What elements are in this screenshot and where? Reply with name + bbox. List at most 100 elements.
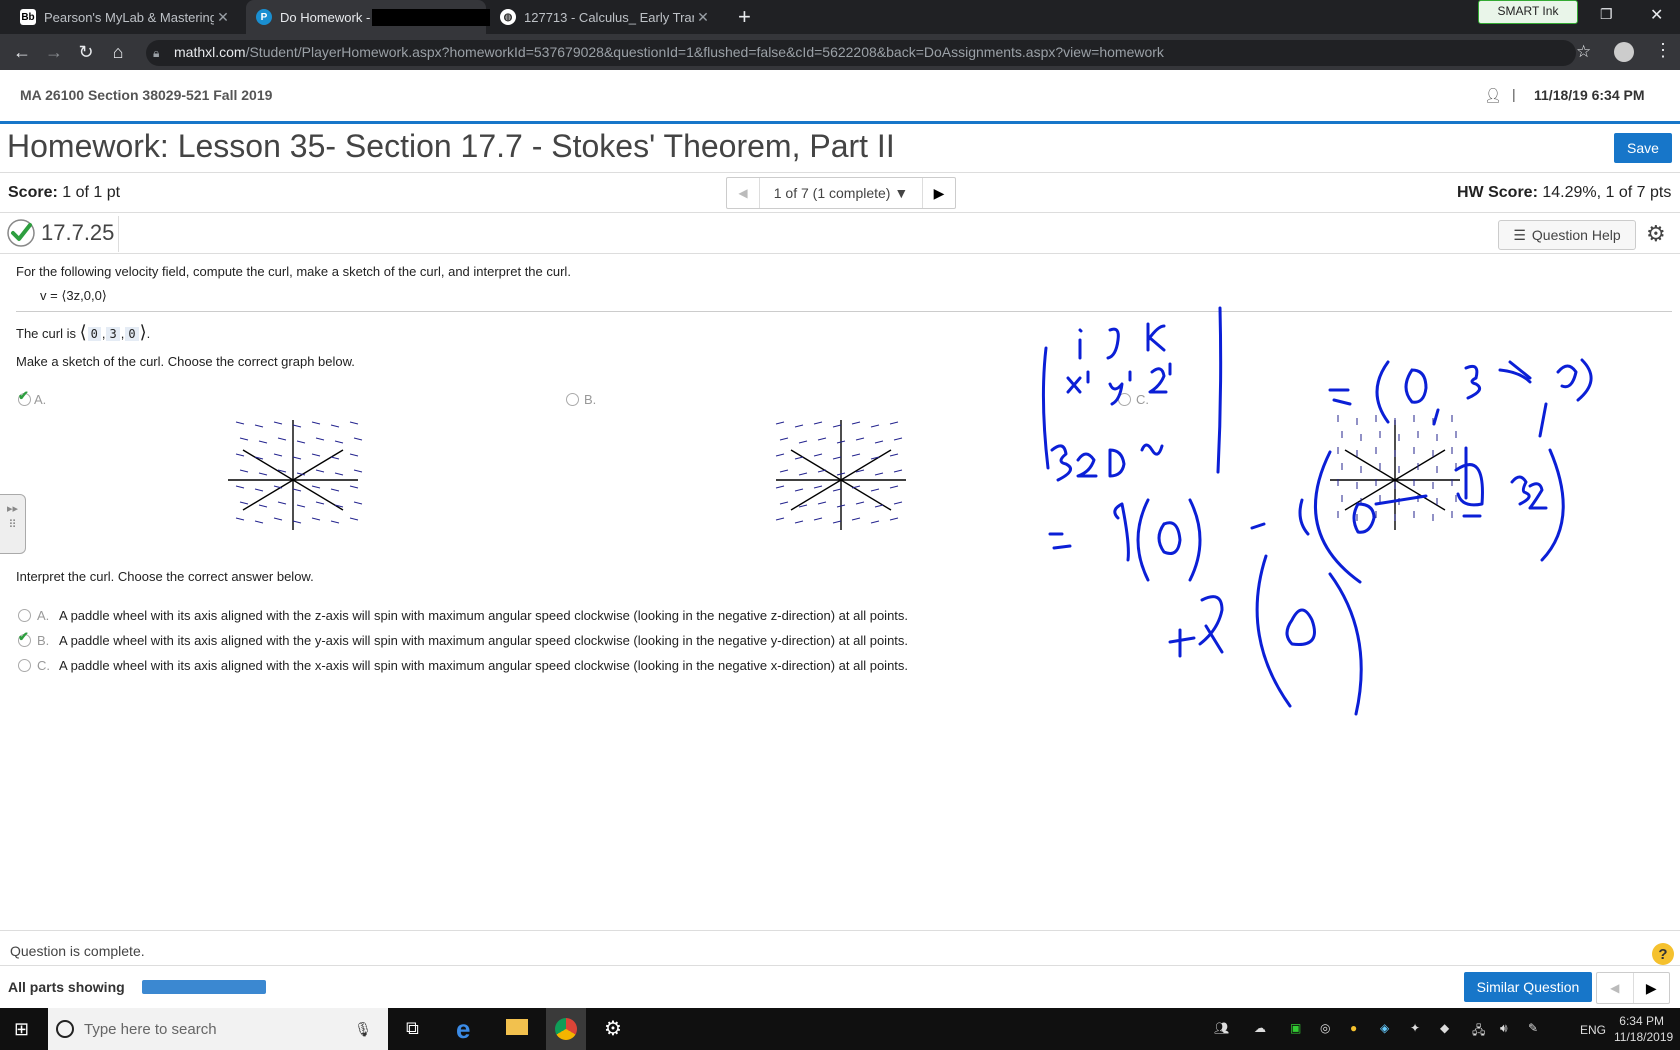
pager-label: 1 of 7 (1 complete) [773,185,891,201]
window-close-icon[interactable]: ✕ [1650,5,1663,25]
tab-calculus[interactable]: ◍ 127713 - Calculus_ Early Transcen ✕ [490,0,722,34]
taskbar-clock[interactable]: 6:34 PM 11/18/2019 [1614,1013,1673,1045]
field-arrow [258,472,268,476]
tray-app-icon[interactable]: ✦ [1410,1021,1420,1035]
tray-app-icon[interactable]: ◆ [1440,1021,1449,1035]
graph-option-b[interactable]: B. [566,392,596,407]
menu-kebab-icon[interactable]: ⋮ [1654,40,1672,61]
field-arrow [239,501,249,505]
close-icon[interactable]: ✕ [214,9,232,26]
windows-start-icon[interactable]: ⊞ [14,1019,29,1040]
new-tab-button[interactable]: + [738,4,751,30]
home-icon[interactable]: ⌂ [108,42,128,62]
tab-mylab[interactable]: Bb Pearson's MyLab & Mastering – F ✕ [10,0,242,34]
save-button[interactable]: Save [1614,133,1672,163]
network-icon[interactable]: 🖧︎ [1472,1021,1485,1042]
smart-ink-widget[interactable]: SMART Ink [1478,0,1578,24]
tray-app-icon[interactable]: ▣ [1290,1021,1301,1035]
option-label: A. [34,392,47,407]
cortana-icon [56,1020,74,1038]
graph-option-a[interactable]: ✔ A. [18,388,47,407]
field-arrow [893,469,903,473]
field-arrow [311,453,321,457]
tab-do-homework[interactable]: P Do Homework - ✕ [246,0,490,34]
search-placeholder: Type here to search [84,1020,217,1038]
settings-gear-icon[interactable]: ⚙ [604,1016,622,1041]
hw-score-value: 14.29%, 1 of 7 pts [1542,184,1672,201]
tray-app-icon[interactable]: ◈ [1380,1021,1389,1035]
next-question-button[interactable]: ▶ [923,185,955,202]
vector-field-graph-a[interactable] [218,410,368,550]
answer-option-c[interactable]: C. A paddle wheel with its axis aligned … [18,658,908,673]
field-arrows [235,421,363,524]
question-help-button[interactable]: ☰ Question Help [1498,220,1636,250]
forward-arrow-icon[interactable]: → [44,42,64,62]
question-status: Question is complete. [10,943,145,959]
field-arrow [893,501,903,505]
field-arrow [855,437,865,441]
user-icon[interactable]: 👤︎ [1484,87,1502,104]
divider [118,216,119,252]
side-panel-toggle[interactable]: ▸▸ ⠿ [0,494,26,554]
radio-button[interactable]: ✔ [18,629,31,647]
answer-text: A paddle wheel with its axis aligned wit… [59,633,909,648]
prev-question-button[interactable]: ◀ [727,178,760,208]
radio-button[interactable] [566,393,579,406]
bookmark-star-icon[interactable]: ☆ [1576,42,1591,62]
field-arrow [353,501,363,505]
option-letter: C. [37,658,50,673]
tray-app-icon[interactable]: ◎ [1320,1021,1330,1035]
answer-option-a[interactable]: A. A paddle wheel with its axis aligned … [18,608,908,623]
radio-button[interactable] [18,609,31,622]
divider [0,253,1680,254]
question-selector[interactable]: 1 of 7 (1 complete) ▼ [760,178,923,208]
tray-app-icon[interactable]: ● [1350,1021,1357,1035]
onedrive-icon[interactable]: ☁ [1254,1021,1266,1035]
url-host: mathxl.com [174,44,246,60]
radio-button[interactable] [18,659,31,672]
checkmark-icon: ✔ [18,388,29,403]
task-view-icon[interactable]: ⧉ [406,1018,419,1039]
vector-field-graph-b[interactable] [766,410,916,550]
chrome-taskbar-active[interactable] [546,1008,586,1050]
field-arrow [775,453,785,457]
field-arrow [315,469,325,473]
next-question-button[interactable]: ▶ [1634,973,1670,1003]
taskbar-search-box[interactable]: Type here to search 🎙︎ [48,1008,388,1050]
field-arrow [855,501,865,505]
file-explorer-icon[interactable] [506,1019,528,1035]
answer-option-b[interactable]: ✔ B. A paddle wheel with its axis aligne… [18,629,909,648]
field-arrow [334,440,344,444]
field-arrow [353,437,363,441]
close-icon[interactable]: ✕ [694,9,712,26]
similar-question-button[interactable]: Similar Question [1464,972,1592,1002]
people-icon[interactable]: 👥︎ [1214,1021,1229,1035]
back-arrow-icon[interactable]: ← [12,42,32,62]
field-arrow [870,488,880,492]
url-text[interactable]: mathxl.com/Student/PlayerHomework.aspx?h… [174,44,1164,60]
volume-icon[interactable]: 🔊︎ [1500,1021,1508,1036]
field-arrow [349,453,359,457]
gear-icon[interactable]: ⚙ [1646,221,1666,247]
language-indicator[interactable]: ENG [1580,1023,1606,1037]
velocity-field: v = ⟨3z,0,0⟩ [40,288,107,303]
restore-icon[interactable]: ❐ [1600,6,1613,23]
microphone-icon[interactable]: 🎙︎ [354,1021,372,1038]
homework-title: Homework: Lesson 35- Section 17.7 - Stok… [7,128,895,164]
pen-icon[interactable]: ✎ [1528,1021,1538,1035]
profile-avatar[interactable] [1614,42,1634,62]
curl-input-z[interactable]: 0 [125,327,139,341]
tab-label: Pearson's MyLab & Mastering – F [44,9,214,25]
help-icon[interactable]: ? [1652,943,1674,965]
edge-icon[interactable]: e [456,1014,470,1045]
field-arrow [349,485,359,489]
radio-button[interactable]: ✔ [18,388,31,406]
field-arrow [239,437,249,441]
curl-input-y[interactable]: 3 [106,327,120,341]
curl-input-x[interactable]: 0 [87,327,101,341]
field-arrow [258,440,268,444]
field-arrow [277,501,287,505]
reload-icon[interactable]: ↻ [76,42,96,62]
prev-question-button[interactable]: ◀ [1597,973,1634,1003]
field-arrow [235,421,245,425]
